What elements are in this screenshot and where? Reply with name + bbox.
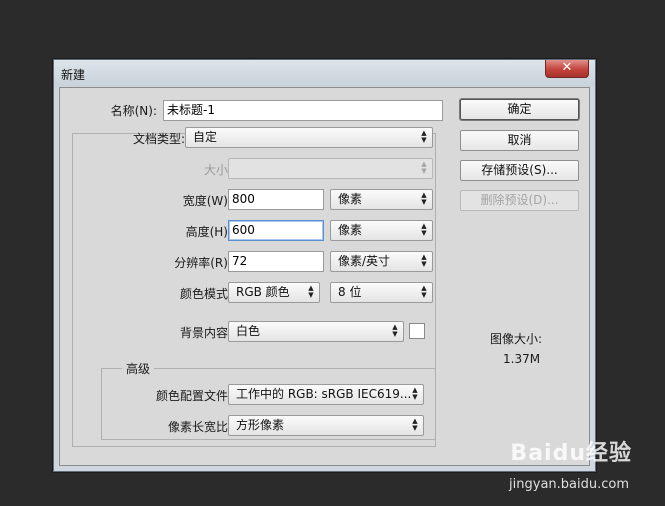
color-profile-label: 颜色配置文件: [155,389,232,403]
color-profile-select[interactable]: 工作中的 RGB: sRGB IEC619... ▲ ▼ [228,384,424,405]
height-label: 高度(H): [185,225,232,239]
width-unit-select[interactable]: 像素 ▲ ▼ [330,189,433,210]
background-select[interactable]: 白色 ▲ ▼ [228,321,404,342]
updown-arrow-icon: ▲ ▼ [412,386,418,401]
preset-value: 自定 [193,130,218,144]
background-value: 白色 [236,324,261,338]
updown-arrow-icon: ▲ ▼ [421,253,427,268]
name-input[interactable]: 未标题-1 [163,100,443,121]
bit-depth-value: 8 位 [338,285,362,299]
dialog-titlebar[interactable]: 新建 ✕ [54,60,595,87]
pixel-aspect-select[interactable]: 方形像素 ▲ ▼ [228,415,424,436]
color-profile-value: 工作中的 RGB: sRGB IEC619... [236,387,412,401]
color-mode-select[interactable]: RGB 颜色 ▲ ▼ [228,282,320,303]
updown-arrow-icon: ▲ ▼ [392,323,398,338]
updown-arrow-icon: ▲ ▼ [421,284,427,299]
height-unit-select[interactable]: 像素 ▲ ▼ [330,220,433,241]
preset-label: 文档类型: [132,132,185,146]
updown-arrow-icon: ▲ ▼ [421,191,427,206]
dialog-body: 高级 名称(N): 未标题-1 文档类型: 自定 ▲ ▼ 大小: ▲ ▼ 宽度(W)… [59,87,590,466]
image-size-label: 图像大小: [490,332,543,346]
width-unit-value: 像素 [338,192,363,206]
close-x-icon: ✕ [561,60,573,75]
dialog-title: 新建 [61,68,86,82]
width-label: 宽度(W): [182,194,232,208]
resolution-unit-select[interactable]: 像素/英寸 ▲ ▼ [330,251,433,272]
height-input[interactable]: 600 [228,220,324,241]
preset-select[interactable]: 自定 ▲ ▼ [185,127,433,148]
save-preset-button[interactable]: 存储预设(S)... [460,160,579,181]
updown-arrow-icon: ▲ ▼ [421,222,427,237]
updown-arrow-icon: ▲ ▼ [412,417,418,432]
color-mode-label: 颜色模式: [179,287,232,301]
resolution-input[interactable]: 72 [228,251,324,272]
resolution-unit-value: 像素/英寸 [338,254,391,268]
cancel-button[interactable]: 取消 [460,130,579,151]
updown-arrow-icon: ▲ ▼ [308,284,314,299]
height-unit-value: 像素 [338,223,363,237]
pixel-aspect-label: 像素长宽比: [167,420,232,434]
new-document-dialog: 新建 ✕ 高级 名称(N): 未标题-1 文档类型: 自定 ▲ ▼ 大小: ▲ ▼ … [53,59,596,472]
close-button[interactable]: ✕ [545,60,589,78]
resolution-label: 分辨率(R): [174,256,232,270]
watermark-url: jingyan.baidu.com [509,477,629,492]
pixel-aspect-value: 方形像素 [236,418,285,432]
ok-button[interactable]: 确定 [460,99,579,120]
updown-arrow-icon: ▲ ▼ [421,160,427,175]
size-select: ▲ ▼ [228,158,433,179]
baidu-watermark: Baidu经验 [510,441,632,466]
delete-preset-button: 删除预设(D)... [460,190,579,211]
bit-depth-select[interactable]: 8 位 ▲ ▼ [330,282,433,303]
background-label: 背景内容: [179,326,232,340]
updown-arrow-icon: ▲ ▼ [421,129,427,144]
image-size-value: 1.37M [503,352,541,366]
background-color-swatch[interactable] [409,323,425,339]
width-input[interactable]: 800 [228,189,324,210]
advanced-group-title: 高级 [122,360,155,377]
color-mode-value: RGB 颜色 [236,285,290,299]
name-label: 名称(N): [110,104,157,118]
